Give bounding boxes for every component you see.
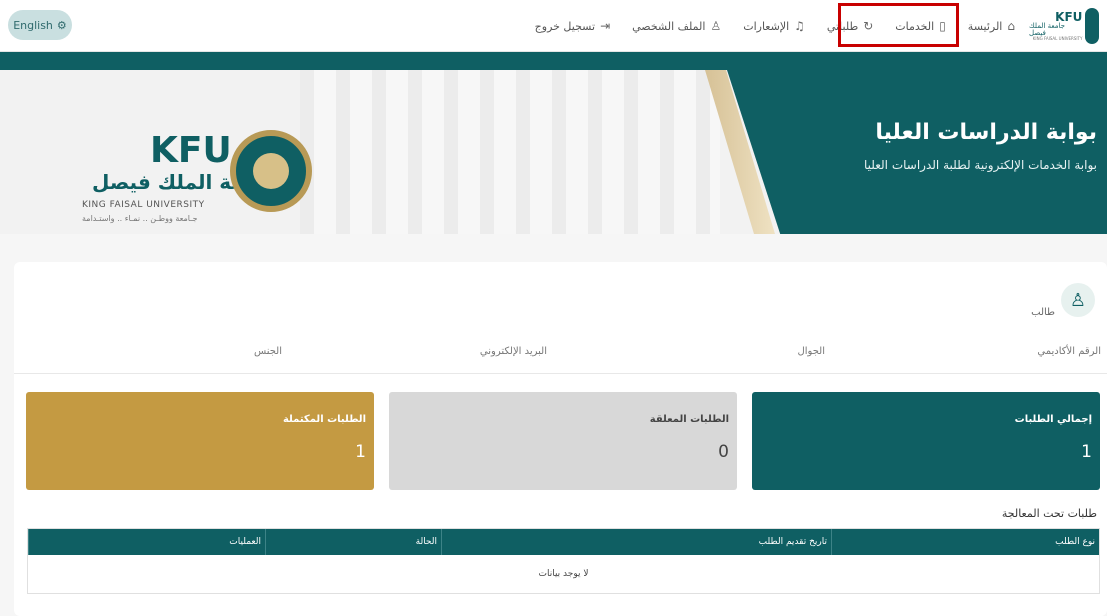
nav-notifications[interactable]: ♫ الإشعارات — [743, 19, 805, 33]
language-button[interactable]: English ⚙ — [8, 10, 72, 40]
nav-home[interactable]: ⌂ الرئيسة — [968, 19, 1015, 33]
hall-background — [300, 70, 720, 234]
language-label: English — [13, 18, 53, 32]
user-role: طالب — [1031, 307, 1055, 318]
completed-requests-value: 1 — [355, 442, 366, 462]
table-header: نوع الطلب تاريخ تقديم الطلب الحالة العمل… — [28, 529, 1099, 555]
total-requests-label: إجمالي الطلبات — [1014, 414, 1092, 425]
col-submission-date[interactable]: تاريخ تقديم الطلب — [441, 529, 831, 555]
total-requests-card[interactable]: إجمالي الطلبات 1 — [752, 392, 1100, 490]
table-empty-message: لا يوجد بيانات — [538, 569, 589, 579]
completed-requests-card[interactable]: الطلبات المكتملة 1 — [26, 392, 374, 490]
pending-requests-label: الطلبات المعلقة — [649, 414, 729, 425]
nav-logout[interactable]: ⇥ تسجيل خروج — [535, 19, 610, 33]
banner-teal-panel — [727, 70, 1107, 234]
col-status[interactable]: الحالة — [265, 529, 441, 555]
gender-label: الجنس — [253, 346, 282, 357]
profile-info-row: الرقم الأكاديمي الجوال البريد الإلكتروني… — [14, 344, 1107, 374]
services-highlight-box — [838, 3, 959, 47]
top-navbar: English ⚙ ⌂ الرئيسة ▯ الخدمات ↻ طلباتي ♫… — [0, 0, 1107, 52]
logo-english-text: KING FAISAL UNIVERSITY — [1032, 36, 1083, 41]
nav-profile-label: الملف الشخصي — [632, 19, 706, 33]
total-requests-value: 1 — [1081, 442, 1092, 462]
logo-arabic-text: جامعة الملك فيصل — [1029, 22, 1065, 37]
email-label: البريد الإلكتروني — [479, 346, 547, 357]
nav-logout-label: تسجيل خروج — [534, 19, 596, 33]
banner-logo: KFU جامعة الملك فيصل KING FAISAL UNIVERS… — [80, 130, 320, 230]
logo-seal-icon — [1085, 8, 1099, 44]
university-logo[interactable]: KFU جامعة الملك فيصل KING FAISAL UNIVERS… — [1029, 6, 1099, 46]
portal-banner: بوابة الدراسات العليا بوابة الخدمات الإل… — [0, 70, 1107, 234]
bell-icon: ♫ — [794, 19, 805, 33]
nav-notifications-label: الإشعارات — [743, 19, 790, 33]
university-seal-icon — [230, 130, 312, 212]
requests-section-title: طلبات تحت المعالجة — [1001, 507, 1097, 520]
banner-logo-kfu: KFU — [150, 130, 232, 171]
banner-logo-english: KING FAISAL UNIVERSITY — [82, 200, 205, 210]
user-avatar-icon: ♙ — [1061, 283, 1095, 317]
nav-home-label: الرئيسة — [967, 19, 1003, 33]
banner-title: بوابة الدراسات العليا — [875, 120, 1097, 145]
globe-icon: ⚙ — [56, 18, 67, 32]
requests-table: نوع الطلب تاريخ تقديم الطلب الحالة العمل… — [27, 528, 1100, 594]
dashboard-card: ♙ طالب الرقم الأكاديمي الجوال البريد الإ… — [14, 262, 1107, 616]
pending-requests-value: 0 — [718, 442, 729, 462]
col-request-type[interactable]: نوع الطلب — [831, 529, 1099, 555]
nav-profile[interactable]: ♙ الملف الشخصي — [632, 19, 721, 33]
user-icon: ♙ — [710, 19, 722, 33]
logout-icon: ⇥ — [600, 19, 611, 33]
col-actions[interactable]: العمليات — [28, 529, 265, 555]
academic-id-label: الرقم الأكاديمي — [1037, 346, 1101, 357]
home-icon: ⌂ — [1007, 19, 1015, 33]
completed-requests-label: الطلبات المكتملة — [282, 414, 366, 425]
pending-requests-card[interactable]: الطلبات المعلقة 0 — [389, 392, 737, 490]
banner-logo-tagline: جـامعة ووطـن .. نمـاء .. واستـدامة — [82, 214, 198, 223]
banner-subtitle: بوابة الخدمات الإلكترونية لطلبة الدراسات… — [863, 158, 1097, 172]
mobile-label: الجوال — [797, 346, 826, 357]
header-strip — [0, 52, 1107, 70]
